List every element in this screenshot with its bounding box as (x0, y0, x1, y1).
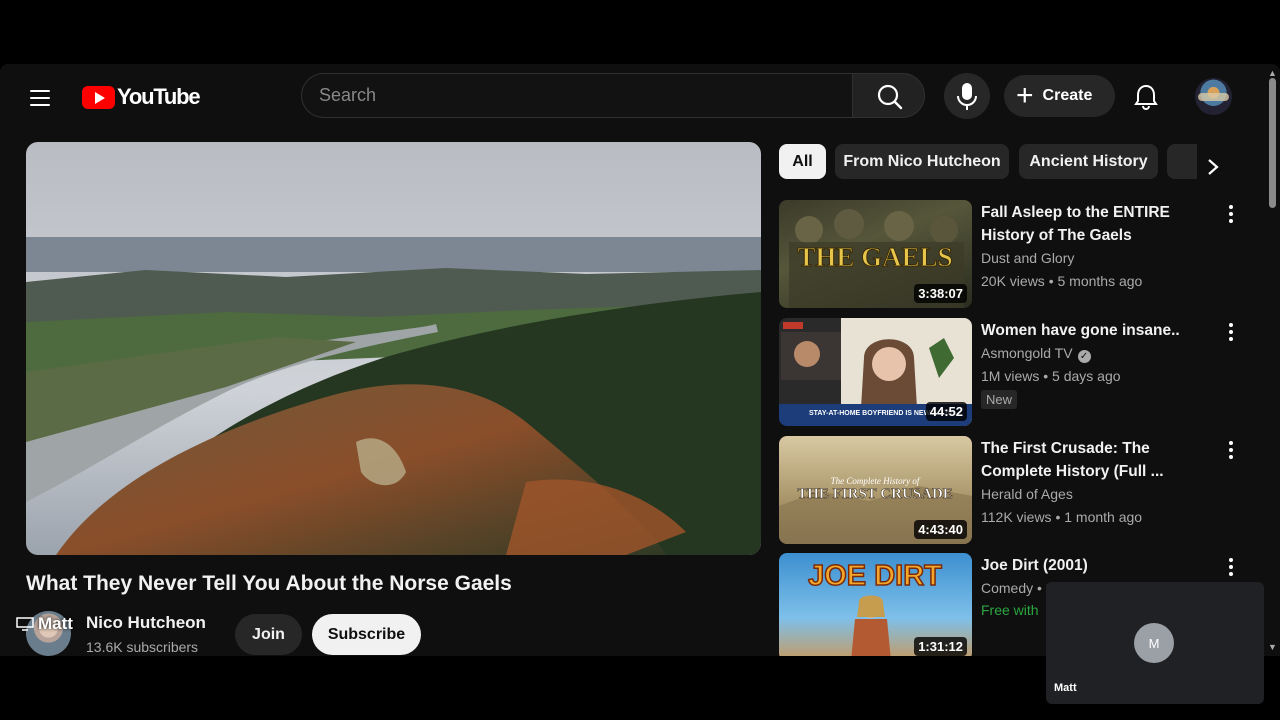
thumbnail-title: JOE DIRT (808, 560, 942, 592)
video-thumbnail[interactable]: STAY-AT-HOME BOYFRIEND IS NEW ECON... 44… (779, 318, 972, 426)
meeting-participant-tile[interactable]: M Matt (1046, 582, 1264, 704)
scroll-down-arrow[interactable]: ▼ (1268, 642, 1277, 652)
search-button[interactable] (852, 73, 925, 118)
video-duration: 4:43:40 (914, 520, 967, 539)
account-avatar[interactable] (1195, 78, 1232, 115)
video-thumbnail[interactable]: The Complete History of THE FIRST CRUSAD… (779, 436, 972, 544)
search-input[interactable] (302, 74, 853, 117)
video-duration: 44:52 (925, 402, 967, 421)
recommendation-channel[interactable]: Dust and Glory (981, 250, 1074, 266)
chips-next-button[interactable] (1196, 150, 1230, 184)
more-actions-icon[interactable] (1226, 558, 1236, 580)
subscribe-button[interactable]: Subscribe (312, 614, 421, 655)
chip-ancient-history[interactable]: Ancient History (1019, 144, 1158, 179)
notifications-bell-icon[interactable] (1131, 82, 1161, 112)
video-player[interactable] (26, 142, 761, 555)
video-title: What They Never Tell You About the Norse… (26, 572, 512, 595)
more-actions-icon[interactable] (1226, 323, 1236, 345)
more-actions-icon[interactable] (1226, 205, 1236, 227)
free-with-ads-label: Free with (981, 602, 1039, 618)
thumbnail-title: THE FIRST CRUSADE (797, 486, 953, 502)
chevron-right-icon (1208, 159, 1219, 175)
video-thumbnail[interactable]: JOE DIRT 1:31:12 (779, 553, 972, 656)
youtube-logo[interactable]: YouTube (82, 84, 201, 109)
more-actions-icon[interactable] (1226, 441, 1236, 463)
recommendation-title[interactable]: Women have gone insane.. (981, 319, 1181, 342)
menu-icon[interactable] (27, 86, 55, 110)
recommendation-item[interactable]: STAY-AT-HOME BOYFRIEND IS NEW ECON... 44… (779, 318, 1249, 428)
subscriber-count: 13.6K subscribers (86, 639, 199, 655)
logo-text: YouTube (117, 84, 201, 109)
verified-check-icon: ✓ (1077, 350, 1091, 363)
recommendation-meta: 20K views • 5 months ago (981, 273, 1143, 289)
video-duration: 1:31:12 (914, 637, 967, 656)
scrollbar-thumb[interactable] (1269, 78, 1276, 208)
recommendation-channel[interactable]: Comedy • 2 (981, 580, 1054, 596)
recommendation-title[interactable]: Fall Asleep to the ENTIRE History of The… (981, 201, 1181, 247)
join-button[interactable]: Join (235, 614, 302, 655)
presenter-overlay: Matt (16, 614, 73, 634)
scroll-up-arrow[interactable]: ▲ (1268, 68, 1277, 78)
chip-from-channel[interactable]: From Nico Hutcheon (835, 144, 1009, 179)
thumbnail-title: THE GAELS (797, 242, 952, 272)
new-badge: New (981, 390, 1018, 409)
create-button[interactable]: + Create (1004, 75, 1115, 117)
microphone-icon (957, 83, 977, 110)
channel-label: Asmongold TV (981, 345, 1073, 361)
chip-all[interactable]: All (779, 144, 826, 179)
recommendation-channel[interactable]: Asmongold TV ✓ (981, 345, 1091, 363)
recommendation-title[interactable]: Joe Dirt (2001) (981, 554, 1181, 577)
youtube-play-icon (82, 85, 115, 109)
recommendation-title[interactable]: The First Crusade: The Complete History … (981, 437, 1181, 483)
thumbnail-subtitle: The Complete History of (831, 476, 921, 486)
video-thumbnail[interactable]: THE GAELS 3:38:07 (779, 200, 972, 308)
recommendation-meta: 112K views • 1 month ago (981, 509, 1143, 525)
recommendation-item[interactable]: The Complete History of THE FIRST CRUSAD… (779, 436, 1249, 546)
search-box (301, 73, 853, 118)
video-frame (26, 142, 761, 555)
voice-search-button[interactable] (944, 73, 990, 119)
channel-name[interactable]: Nico Hutcheon (86, 613, 206, 633)
youtube-watch-page: YouTube + Create (0, 64, 1280, 656)
video-duration: 3:38:07 (914, 284, 967, 303)
plus-icon: + (1016, 79, 1034, 112)
recommendation-meta: 1M views • 5 days ago (981, 368, 1121, 384)
presenter-name: Matt (38, 614, 73, 633)
chip-partial[interactable] (1167, 144, 1197, 179)
participant-avatar: M (1134, 623, 1174, 663)
presenting-screen-icon (16, 617, 34, 631)
search-icon (877, 84, 903, 110)
participant-name: Matt (1054, 682, 1077, 694)
create-label: Create (1042, 87, 1093, 104)
recommendation-item[interactable]: THE GAELS 3:38:07 Fall Asleep to the ENT… (779, 200, 1249, 310)
recommendation-channel[interactable]: Herald of Ages (981, 486, 1073, 502)
